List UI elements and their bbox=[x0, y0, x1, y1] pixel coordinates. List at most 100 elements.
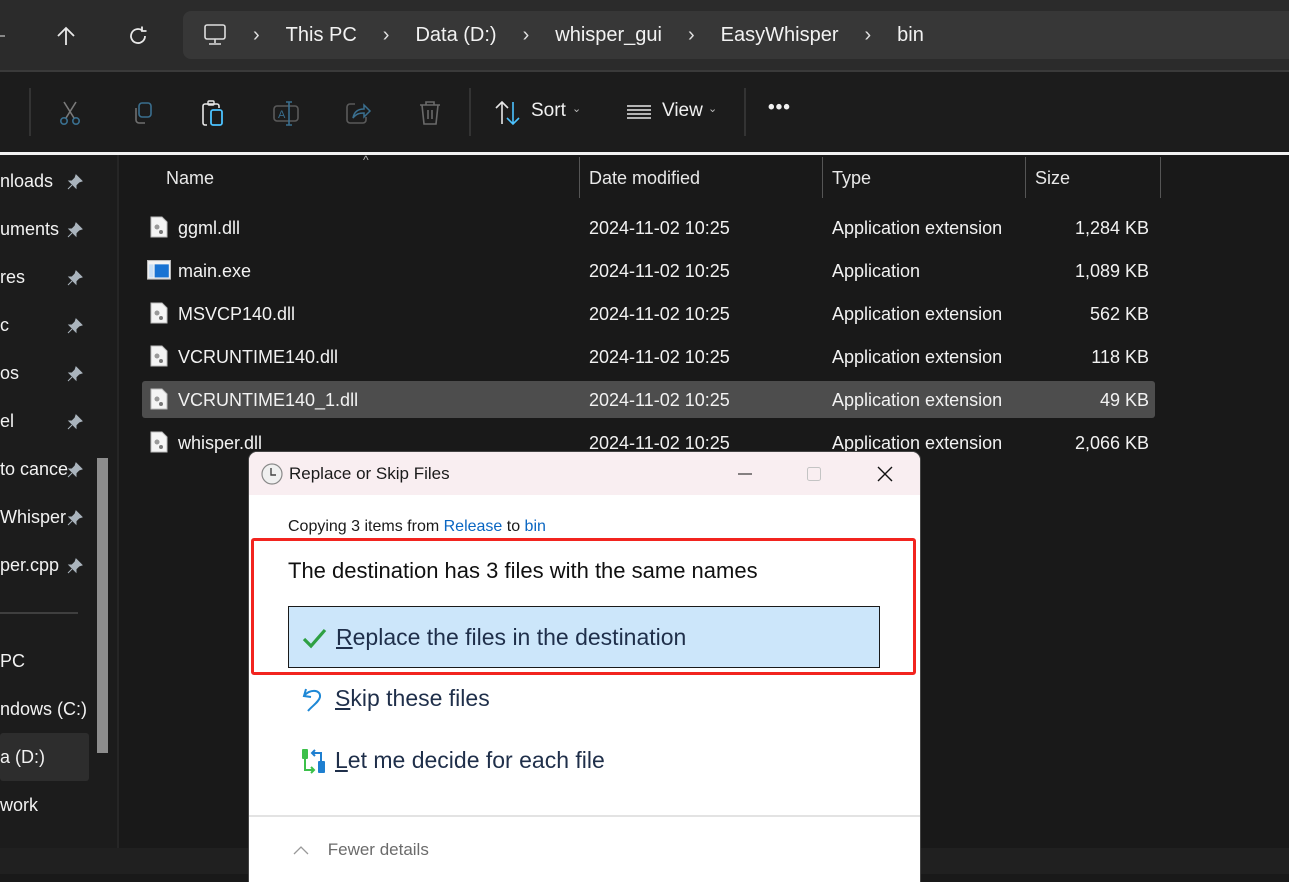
destination-folder-link[interactable]: bin bbox=[525, 518, 546, 535]
file-name: MSVCP140.dll bbox=[178, 304, 296, 324]
close-icon bbox=[877, 466, 893, 482]
decide-each-file-option[interactable]: Let me decide for each file bbox=[288, 730, 880, 792]
file-type: Application bbox=[832, 261, 921, 281]
sidebar-scrollbar[interactable] bbox=[97, 458, 108, 753]
file-size: 1,089 KB bbox=[1074, 261, 1149, 281]
computer-icon[interactable] bbox=[203, 23, 227, 47]
sidebar-item-pinned[interactable]: res bbox=[0, 258, 90, 298]
pin-icon bbox=[66, 557, 84, 575]
exe-file-icon bbox=[147, 260, 171, 280]
sidebar-item-label: res bbox=[0, 267, 26, 287]
breadcrumb-data-d[interactable]: Data (D:) bbox=[415, 24, 496, 47]
view-button[interactable]: View bbox=[662, 100, 703, 122]
column-divider[interactable] bbox=[1160, 157, 1161, 198]
sidebar-item-pinned[interactable]: uments bbox=[0, 210, 90, 250]
sidebar-item-pinned[interactable]: per.cpp bbox=[0, 546, 90, 586]
column-divider[interactable] bbox=[1025, 157, 1026, 198]
file-date: 2024-11-02 10:25 bbox=[589, 218, 730, 238]
column-header-name[interactable]: Name bbox=[166, 168, 214, 189]
close-button[interactable] bbox=[863, 458, 907, 490]
file-row[interactable]: VCRUNTIME140.dll 2024-11-02 10:25 Applicat… bbox=[142, 338, 1155, 375]
copy-icon[interactable] bbox=[127, 98, 157, 128]
file-row[interactable]: main.exe 2024-11-02 10:25 Application 1,089… bbox=[142, 252, 1155, 289]
arrow-up-icon[interactable] bbox=[48, 18, 84, 54]
sidebar-item-location[interactable]: PC bbox=[0, 642, 90, 682]
breadcrumb-whisper-gui[interactable]: whisper_gui bbox=[555, 24, 662, 47]
sort-button[interactable]: Sort bbox=[531, 100, 566, 122]
file-name: VCRUNTIME140.dll bbox=[178, 347, 339, 367]
file-size: 118 KB bbox=[1091, 347, 1149, 367]
sidebar-item-pinned[interactable]: to cance bbox=[0, 450, 90, 490]
file-date: 2024-11-02 10:25 bbox=[589, 304, 730, 324]
copy-prefix-text: Copying 3 items from bbox=[288, 518, 444, 535]
chevron-right-icon: › bbox=[253, 23, 260, 46]
fewer-details-toggle[interactable]: Fewer details bbox=[293, 840, 429, 860]
view-icon[interactable] bbox=[624, 98, 654, 128]
copy-mid-text: to bbox=[502, 518, 525, 535]
more-options-button[interactable]: ••• bbox=[768, 97, 791, 119]
dll-file-icon bbox=[150, 388, 168, 410]
sidebar-item-label: work bbox=[0, 795, 39, 815]
sidebar-item-location[interactable]: ndows (C:) bbox=[0, 690, 90, 730]
file-type: Application extension bbox=[832, 433, 1003, 453]
undo-arrow-icon bbox=[302, 688, 322, 712]
replace-files-option[interactable]: Replace the files in the destination bbox=[288, 606, 880, 668]
breadcrumb-this-pc[interactable]: This PC bbox=[286, 24, 357, 47]
delete-icon[interactable] bbox=[415, 98, 445, 128]
file-row[interactable]: ggml.dll 2024-11-02 10:25 Application exte… bbox=[142, 209, 1155, 246]
sidebar-item-pinned[interactable]: c bbox=[0, 306, 90, 346]
file-size: 1,284 KB bbox=[1074, 218, 1149, 238]
column-divider[interactable] bbox=[822, 157, 823, 198]
sidebar-item-label: uments bbox=[0, 219, 60, 239]
sidebar-item-location[interactable]: work bbox=[0, 786, 90, 826]
sidebar-item-location[interactable]: a (D:) bbox=[0, 738, 90, 778]
share-icon[interactable] bbox=[343, 98, 373, 128]
divider bbox=[0, 612, 78, 614]
file-type: Application extension bbox=[832, 304, 1003, 324]
divider bbox=[29, 88, 31, 136]
file-date: 2024-11-02 10:25 bbox=[589, 261, 730, 281]
file-row[interactable]: VCRUNTIME140_1.dll 2024-11-02 10:25 Applic… bbox=[142, 381, 1155, 418]
option-text: kip these files bbox=[350, 685, 490, 711]
column-divider[interactable] bbox=[579, 157, 580, 198]
minimize-button[interactable] bbox=[723, 458, 767, 490]
file-date: 2024-11-02 10:25 bbox=[589, 347, 730, 367]
file-date: 2024-11-02 10:25 bbox=[589, 433, 730, 453]
sidebar-item-label: nloads bbox=[0, 171, 54, 191]
sidebar-item-pinned[interactable]: Whisper bbox=[0, 498, 90, 538]
paste-icon[interactable] bbox=[199, 98, 229, 128]
forward-icon[interactable] bbox=[0, 18, 18, 54]
rename-icon[interactable]: A bbox=[271, 98, 301, 128]
sidebar-item-pinned[interactable]: os bbox=[0, 354, 90, 394]
file-name: main.exe bbox=[178, 261, 252, 281]
sidebar-item-label: per.cpp bbox=[0, 555, 60, 575]
sidebar-item-pinned[interactable]: nloads bbox=[0, 162, 90, 202]
chevron-right-icon: › bbox=[382, 23, 390, 46]
cut-icon[interactable] bbox=[55, 98, 85, 128]
sidebar-item-label: Whisper bbox=[0, 507, 67, 527]
fewer-details-label: Fewer details bbox=[327, 840, 429, 859]
sidebar-item-pinned[interactable]: el bbox=[0, 402, 90, 442]
dialog-title-bar[interactable]: Replace or Skip Files bbox=[249, 452, 920, 495]
breadcrumb[interactable]: › This PC › Data (D:) › whisper_gui › Ea… bbox=[183, 11, 1289, 59]
skip-files-option[interactable]: Skip these files bbox=[288, 668, 880, 730]
column-header-type[interactable]: Type bbox=[832, 168, 871, 189]
sort-icon[interactable] bbox=[493, 98, 523, 128]
source-folder-link[interactable]: Release bbox=[444, 518, 503, 535]
file-row[interactable]: MSVCP140.dll 2024-11-02 10:25 Application … bbox=[142, 295, 1155, 332]
breadcrumb-bin[interactable]: bin bbox=[897, 24, 924, 47]
breadcrumb-easywhisper[interactable]: EasyWhisper bbox=[721, 24, 839, 47]
column-header-date[interactable]: Date modified bbox=[589, 168, 700, 189]
replace-or-skip-dialog: Replace or Skip Files Copying 3 items fr… bbox=[249, 452, 920, 882]
pin-icon bbox=[66, 509, 84, 527]
pin-icon bbox=[66, 413, 84, 431]
address-bar: › This PC › Data (D:) › whisper_gui › Ea… bbox=[0, 0, 1289, 70]
sort-ascending-icon: ^ bbox=[363, 153, 369, 167]
pane-divider[interactable] bbox=[117, 155, 119, 848]
refresh-icon[interactable] bbox=[120, 18, 156, 54]
pin-icon bbox=[66, 221, 84, 239]
chevron-up-icon bbox=[293, 846, 309, 855]
sidebar-item-label: ndows (C:) bbox=[0, 699, 88, 719]
file-name: VCRUNTIME140_1.dll bbox=[178, 390, 359, 410]
column-header-size[interactable]: Size bbox=[1035, 168, 1070, 189]
